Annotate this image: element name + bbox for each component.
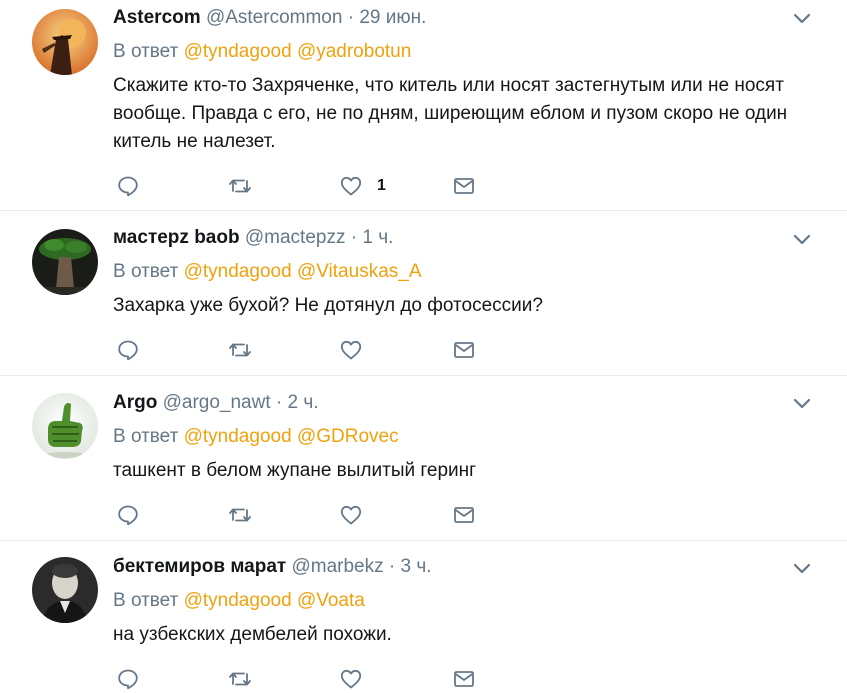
reply-prefix: В ответ bbox=[113, 261, 179, 282]
retweet-button[interactable] bbox=[228, 336, 252, 364]
message-icon bbox=[454, 178, 474, 194]
separator-dot: · bbox=[347, 7, 355, 28]
tweet-item[interactable]: мастерz baob @mactepzz · 1 ч. В ответ @t… bbox=[0, 211, 847, 376]
avatar-image bbox=[32, 557, 98, 623]
mention-link[interactable]: @tyndagood bbox=[184, 590, 292, 611]
like-button[interactable] bbox=[339, 336, 363, 364]
timestamp[interactable]: 3 ч. bbox=[401, 556, 432, 577]
reply-prefix: В ответ bbox=[113, 426, 179, 447]
heart-icon bbox=[340, 505, 362, 525]
message-button[interactable] bbox=[452, 501, 476, 529]
reply-icon bbox=[118, 505, 138, 526]
tweet-actions bbox=[113, 665, 513, 693]
heart-icon bbox=[340, 340, 362, 360]
mention-link[interactable]: @tyndagood bbox=[184, 41, 292, 62]
tweet-text: Скажите кто-то Захряченке, что китель ил… bbox=[113, 75, 788, 152]
reply-button[interactable] bbox=[116, 172, 140, 200]
user-handle[interactable]: @mactepzz bbox=[245, 227, 346, 248]
like-count: 1 bbox=[377, 177, 386, 194]
mention-link[interactable]: @Voata bbox=[297, 590, 365, 611]
heart-icon bbox=[340, 669, 362, 689]
timestamp[interactable]: 1 ч. bbox=[362, 227, 393, 248]
separator-dot: · bbox=[350, 227, 358, 248]
reply-button[interactable] bbox=[116, 665, 140, 693]
mention-link[interactable]: @tyndagood bbox=[184, 426, 292, 447]
avatar-image bbox=[32, 229, 98, 295]
tweet-text: на узбекских дембелей похожи. bbox=[113, 624, 392, 645]
tweet-item[interactable]: бектемиров марат @marbekz · 3 ч. В ответ… bbox=[0, 541, 847, 690]
mention-link[interactable]: @tyndagood bbox=[184, 261, 292, 282]
display-name[interactable]: Argo bbox=[113, 392, 157, 413]
user-handle[interactable]: @marbekz bbox=[291, 556, 383, 577]
avatar[interactable] bbox=[32, 393, 98, 459]
tweet-item[interactable]: Argo @argo_nawt · 2 ч. В ответ @tyndagoo… bbox=[0, 376, 847, 541]
heart-icon bbox=[340, 176, 362, 196]
timestamp[interactable]: 29 июн. bbox=[359, 7, 426, 28]
avatar[interactable] bbox=[32, 557, 98, 623]
tweet-actions: 1 bbox=[113, 172, 513, 200]
message-button[interactable] bbox=[452, 665, 476, 693]
separator-dot: · bbox=[388, 556, 396, 577]
retweet-button[interactable] bbox=[228, 172, 252, 200]
retweet-icon bbox=[229, 343, 251, 357]
reply-icon bbox=[118, 669, 138, 690]
display-name[interactable]: мастерz baob bbox=[113, 227, 240, 248]
reply-context: В ответ @tyndagood @GDRovec bbox=[113, 426, 399, 448]
message-icon bbox=[454, 342, 474, 358]
mention-link[interactable]: @GDRovec bbox=[297, 426, 399, 447]
retweet-button[interactable] bbox=[228, 501, 252, 529]
retweet-icon bbox=[229, 179, 251, 193]
user-handle[interactable]: @argo_nawt bbox=[163, 392, 271, 413]
retweet-button[interactable] bbox=[228, 665, 252, 693]
reply-icon bbox=[118, 340, 138, 361]
reply-prefix: В ответ bbox=[113, 41, 179, 62]
reply-button[interactable] bbox=[116, 501, 140, 529]
like-button[interactable] bbox=[339, 665, 363, 693]
tweet-text: Захарка уже бухой? Не дотянул до фотосес… bbox=[113, 295, 543, 316]
reply-context: В ответ @tyndagood @Vitauskas_A bbox=[113, 261, 422, 283]
avatar[interactable] bbox=[32, 229, 98, 295]
message-button[interactable] bbox=[452, 172, 476, 200]
mention-link[interactable]: @Vitauskas_A bbox=[297, 261, 422, 282]
user-handle[interactable]: @Astercommon bbox=[206, 7, 343, 28]
chevron-down-icon[interactable] bbox=[793, 563, 811, 575]
avatar[interactable] bbox=[32, 9, 98, 75]
message-icon bbox=[454, 671, 474, 687]
display-name[interactable]: Astercom bbox=[113, 7, 201, 28]
tweet-text: ташкент в белом жупане вылитый геринг bbox=[113, 460, 477, 481]
separator-dot: · bbox=[275, 392, 283, 413]
chevron-down-icon[interactable] bbox=[793, 13, 811, 25]
message-button[interactable] bbox=[452, 336, 476, 364]
tweet-item[interactable]: Astercom @Astercommon · 29 июн. В ответ … bbox=[0, 0, 847, 211]
message-icon bbox=[454, 507, 474, 523]
timestamp[interactable]: 2 ч. bbox=[288, 392, 319, 413]
display-name[interactable]: бектемиров марат bbox=[113, 556, 286, 577]
like-button[interactable] bbox=[339, 501, 363, 529]
reply-context: В ответ @tyndagood @Voata bbox=[113, 590, 365, 612]
chevron-down-icon[interactable] bbox=[793, 398, 811, 410]
avatar-image bbox=[32, 9, 98, 75]
like-button[interactable]: 1 bbox=[339, 172, 386, 200]
reply-button[interactable] bbox=[116, 336, 140, 364]
retweet-icon bbox=[229, 508, 251, 522]
tweet-actions bbox=[113, 501, 513, 529]
avatar-image bbox=[32, 393, 98, 459]
mention-link[interactable]: @yadrobotun bbox=[297, 41, 411, 62]
retweet-icon bbox=[229, 672, 251, 686]
reply-prefix: В ответ bbox=[113, 590, 179, 611]
reply-icon bbox=[118, 176, 138, 197]
tweet-actions bbox=[113, 336, 513, 364]
chevron-down-icon[interactable] bbox=[793, 234, 811, 246]
reply-context: В ответ @tyndagood @yadrobotun bbox=[113, 41, 411, 63]
